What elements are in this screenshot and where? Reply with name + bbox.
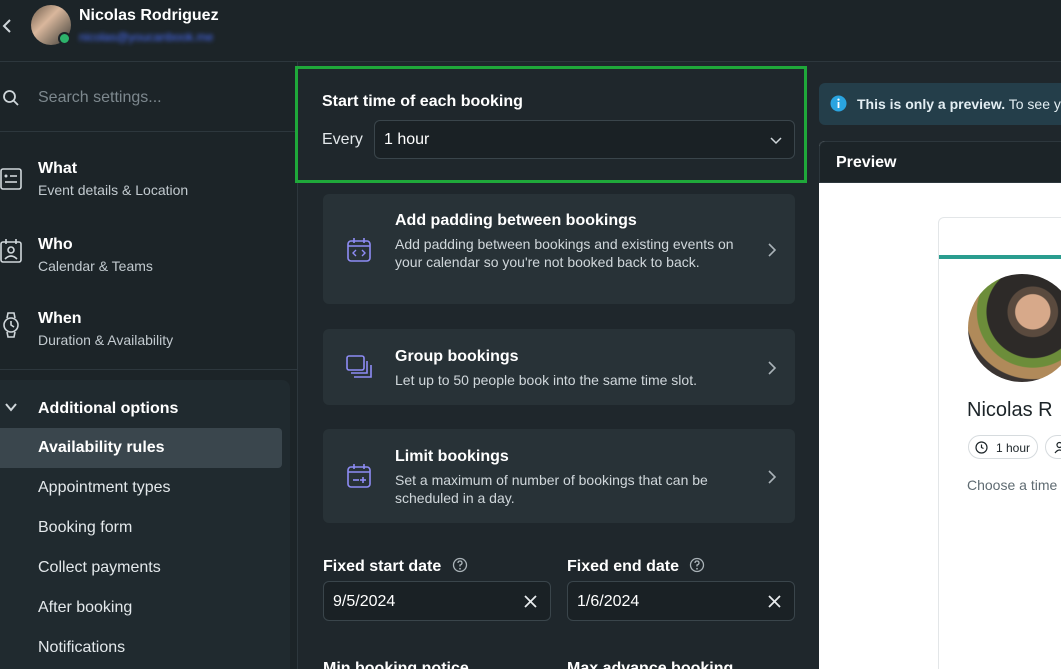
notice-rest: To see y (1005, 96, 1061, 112)
sidebar-item-booking-form[interactable]: Booking form (0, 508, 282, 548)
chevron-right-icon (768, 243, 777, 257)
preview-title: Preview (836, 154, 897, 171)
stacked-cards-icon (346, 355, 372, 378)
card-description: Add padding between bookings and existin… (395, 236, 734, 270)
sidebar-subitem-label: Availability rules (38, 439, 165, 456)
sidebar-item-subtitle: Event details & Location (38, 182, 189, 198)
select-value: 1 hour (384, 131, 430, 148)
top-header: Nicolas Rodriguez nicolas@youcanbook.me (0, 0, 1061, 62)
contact-card-icon (0, 239, 22, 263)
preview-notice: This is only a preview. To see y (819, 83, 1061, 125)
sidebar-item-subtitle: Duration & Availability (38, 332, 174, 348)
duration-chip: 1 hour (968, 435, 1038, 459)
user-email: nicolas@youcanbook.me (79, 30, 214, 44)
card-title: Limit bookings (395, 448, 509, 465)
start-interval-select[interactable]: 1 hour (374, 120, 795, 159)
chevron-left-icon[interactable] (0, 14, 14, 38)
chevron-down-icon (770, 137, 782, 145)
preview-header: Preview (819, 141, 1061, 183)
booking-page-card: Nicolas R 1 hour Choose a time (938, 217, 1061, 669)
fixed-start-date-input[interactable]: 9/5/2024 (323, 581, 551, 621)
chevron-down-icon (5, 403, 17, 412)
date-value: 1/6/2024 (577, 593, 640, 610)
every-label: Every (322, 131, 363, 148)
sidebar-item-who[interactable]: Who Calendar & Teams (0, 234, 298, 304)
clock-icon (975, 441, 988, 454)
user-icon (1054, 441, 1061, 454)
additional-options-group: Additional options Availability rules Ap… (0, 380, 290, 669)
search-bar (0, 62, 298, 132)
padding-bookings-card[interactable]: Add padding between bookings Add padding… (323, 194, 795, 304)
sidebar-item-collect-payments[interactable]: Collect payments (0, 548, 282, 588)
chevron-right-icon (768, 361, 777, 375)
help-icon[interactable] (452, 557, 468, 573)
attendee-chip (1045, 435, 1061, 459)
sidebar-item-appointment-types[interactable]: Appointment types (0, 468, 282, 508)
sidebar-item-title: What (38, 160, 78, 177)
notice-strong: This is only a preview. (857, 96, 1006, 112)
settings-sidebar: What Event details & Location Who Calend… (0, 62, 298, 669)
sidebar-item-title: Who (38, 236, 73, 253)
watch-icon (3, 312, 19, 338)
help-icon[interactable] (689, 557, 705, 573)
sidebar-item-notifications[interactable]: Notifications (0, 628, 282, 668)
limit-bookings-card[interactable]: Limit bookings Set a maximum of number o… (323, 429, 795, 523)
online-status-dot (58, 32, 71, 45)
sidebar-item-after-booking[interactable]: After booking (0, 588, 282, 628)
choose-time-text: Choose a time (967, 477, 1058, 493)
id-card-icon (0, 168, 22, 190)
search-input[interactable] (38, 86, 278, 110)
calendar-plus-icon (347, 464, 371, 488)
main-content: Start time of each booking Every 1 hour … (295, 62, 819, 669)
card-description: Set a maximum of number of bookings that… (395, 472, 708, 506)
search-icon (3, 90, 19, 106)
sidebar-subitem-label: Collect payments (38, 559, 161, 576)
user-name: Nicolas Rodriguez (79, 7, 219, 24)
info-icon (830, 95, 847, 112)
fixed-end-label: Fixed end date (567, 558, 680, 575)
sidebar-item-what[interactable]: What Event details & Location (0, 152, 298, 222)
group-bookings-card[interactable]: Group bookings Let up to 50 people book … (323, 329, 795, 405)
min-notice-label: Min booking notice (323, 660, 469, 669)
profile-photo (968, 274, 1061, 382)
close-icon[interactable] (523, 594, 538, 609)
app-root: Nicolas Rodriguez nicolas@youcanbook.me … (0, 0, 1061, 669)
sidebar-item-availability-rules[interactable]: Availability rules (0, 428, 282, 468)
profile-name: Nicolas R (967, 399, 1053, 421)
sidebar-subitem-label: Appointment types (38, 479, 171, 496)
sidebar-subitem-label: After booking (38, 599, 133, 616)
card-title: Add padding between bookings (395, 212, 637, 229)
accent-bar (939, 255, 1061, 259)
card-description: Let up to 50 people book into the same t… (395, 372, 697, 388)
chevron-right-icon (768, 470, 777, 484)
additional-options-toggle[interactable]: Additional options (0, 394, 290, 422)
fixed-start-label: Fixed start date (323, 558, 442, 575)
fixed-end-date-input[interactable]: 1/6/2024 (567, 581, 795, 621)
duration-text: 1 hour (996, 441, 1031, 455)
max-advance-label: Max advance booking (567, 660, 734, 669)
additional-options-title: Additional options (38, 400, 179, 417)
sidebar-item-title: When (38, 310, 82, 327)
date-value: 9/5/2024 (333, 593, 396, 610)
sidebar-subitem-label: Notifications (38, 639, 126, 656)
sidebar-item-when[interactable]: When Duration & Availability (0, 308, 298, 378)
calendar-code-icon (347, 238, 371, 262)
start-time-title: Start time of each booking (322, 93, 523, 110)
sidebar-item-subtitle: Calendar & Teams (38, 258, 153, 274)
sidebar-divider (0, 369, 298, 370)
card-title: Group bookings (395, 348, 519, 365)
preview-column: This is only a preview. To see y Preview… (819, 62, 1061, 669)
notice-text: This is only a preview. To see y (857, 96, 1061, 112)
start-time-section: Start time of each booking Every 1 hour (295, 66, 807, 183)
close-icon[interactable] (767, 594, 782, 609)
sidebar-subitem-label: Booking form (38, 519, 133, 536)
preview-panel: Preview Nicolas R 1 hour Choose a time (819, 141, 1061, 669)
